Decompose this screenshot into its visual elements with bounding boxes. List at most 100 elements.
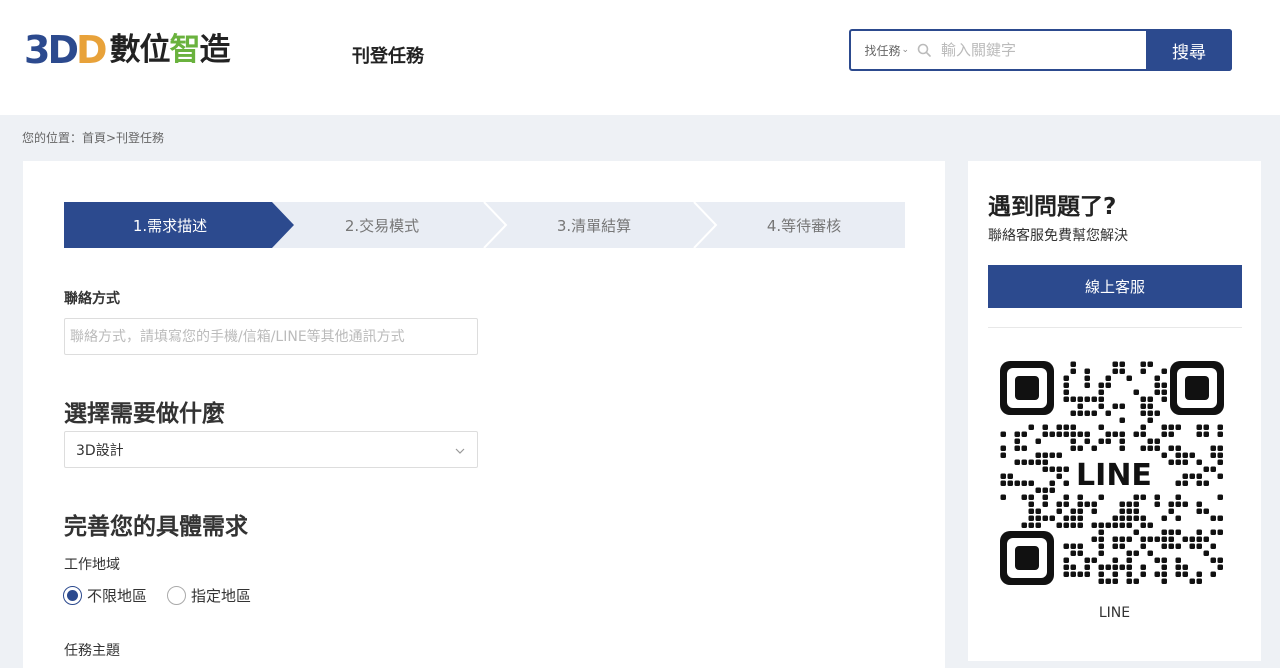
- qr-module: [1091, 445, 1097, 451]
- qr-module: [1084, 375, 1090, 381]
- qr-module: [1217, 529, 1223, 535]
- qr-module: [1070, 564, 1076, 570]
- qr-module: [1070, 396, 1076, 402]
- breadcrumb: 您的位置：首頁>刊登任務: [22, 131, 165, 145]
- qr-module: [1140, 396, 1146, 402]
- logo-text-2: 智: [169, 32, 201, 68]
- qr-module: [1000, 480, 1006, 486]
- qr-module: [1140, 571, 1146, 577]
- qr-module: [1021, 494, 1027, 500]
- qr-module: [1105, 438, 1111, 444]
- qr-module: [1000, 452, 1006, 458]
- qr-module: [1196, 508, 1202, 514]
- qr-module: [1098, 424, 1104, 430]
- step-3: 3.清單結算: [556, 216, 632, 235]
- qr-module: [1161, 578, 1167, 584]
- qr-module: [1070, 424, 1076, 430]
- qr-module: [1161, 557, 1167, 563]
- region-option-any[interactable]: 不限地區: [63, 585, 147, 606]
- qr-module: [1112, 522, 1118, 528]
- qr-module: [1154, 382, 1160, 388]
- contact-input[interactable]: [64, 318, 478, 355]
- qr-module: [1210, 466, 1216, 472]
- qr-module: [1021, 431, 1027, 437]
- qr-module: [1182, 473, 1188, 479]
- choose-heading: 選擇需要做什麼: [64, 401, 225, 427]
- qr-module: [1056, 431, 1062, 437]
- qr-module: [1203, 550, 1209, 556]
- qr-module: [1119, 564, 1125, 570]
- radio-checked-icon[interactable]: [63, 586, 82, 605]
- qr-module: [1112, 571, 1118, 577]
- qr-module: [1140, 522, 1146, 528]
- qr-module: [1126, 557, 1132, 563]
- qr-module: [1028, 480, 1034, 486]
- search-input[interactable]: [937, 31, 1146, 69]
- qr-module: [1126, 501, 1132, 507]
- chevron-down-icon: ⌄: [901, 45, 909, 55]
- qr-module: [1140, 543, 1146, 549]
- qr-module: [1154, 494, 1160, 500]
- qr-module: [1063, 571, 1069, 577]
- qr-module: [1028, 508, 1034, 514]
- qr-module: [1203, 508, 1209, 514]
- qr-module: [1189, 452, 1195, 458]
- qr-module: [1070, 361, 1076, 367]
- qr-module: [1084, 382, 1090, 388]
- qr-module: [1056, 522, 1062, 528]
- online-support-button[interactable]: 線上客服: [988, 265, 1242, 308]
- qr-module: [1133, 431, 1139, 437]
- qr-module: [1119, 417, 1125, 423]
- qr-module: [1119, 501, 1125, 507]
- qr-module: [1175, 480, 1181, 486]
- qr-module: [1140, 424, 1146, 430]
- qr-module: [1070, 550, 1076, 556]
- qr-module: [1000, 473, 1006, 479]
- qr-module: [1070, 522, 1076, 528]
- qr-module: [1147, 396, 1153, 402]
- qr-center-label: LINE: [1076, 458, 1152, 493]
- qr-module: [1028, 522, 1034, 528]
- region-option-specific[interactable]: 指定地區: [167, 585, 251, 606]
- qr-module: [1112, 578, 1118, 584]
- qr-module: [1168, 501, 1174, 507]
- search-button[interactable]: 搜尋: [1146, 29, 1232, 71]
- qr-module: [1084, 431, 1090, 437]
- qr-module: [1175, 452, 1181, 458]
- qr-module: [1056, 508, 1062, 514]
- radio-unchecked-icon[interactable]: [167, 586, 187, 605]
- qr-module: [1119, 368, 1125, 374]
- qr-module: [1035, 487, 1041, 493]
- qr-module: [1063, 522, 1069, 528]
- qr-module: [1126, 536, 1132, 542]
- qr-module: [1098, 564, 1104, 570]
- qr-module: [1119, 522, 1125, 528]
- qr-module: [1028, 515, 1034, 521]
- qr-module: [1182, 564, 1188, 570]
- qr-module: [1098, 396, 1104, 402]
- site-logo[interactable]: 3 D D 數位 智 造: [24, 28, 231, 72]
- qr-module: [1154, 445, 1160, 451]
- qr-module: [1098, 550, 1104, 556]
- qr-module: [1077, 494, 1083, 500]
- qr-module: [1217, 515, 1223, 521]
- qr-module: [1119, 361, 1125, 367]
- qr-module: [1063, 501, 1069, 507]
- qr-module: [1175, 529, 1181, 535]
- qr-module: [1098, 571, 1104, 577]
- qr-module: [1217, 459, 1223, 465]
- qr-module: [1175, 459, 1181, 465]
- search-type-dropdown[interactable]: 找任務 ⌄: [851, 31, 911, 69]
- service-select[interactable]: 3D設計: [64, 431, 478, 468]
- qr-module: [1112, 515, 1118, 521]
- qr-module: [1196, 431, 1202, 437]
- qr-module: [1063, 543, 1069, 549]
- nav-post-task[interactable]: 刊登任務: [352, 42, 424, 68]
- qr-module: [1098, 494, 1104, 500]
- qr-module: [1091, 501, 1097, 507]
- qr-module: [1070, 431, 1076, 437]
- qr-module: [1021, 445, 1027, 451]
- step-4: 4.等待審核: [766, 216, 842, 235]
- divider: [988, 327, 1242, 328]
- qr-module: [1028, 494, 1034, 500]
